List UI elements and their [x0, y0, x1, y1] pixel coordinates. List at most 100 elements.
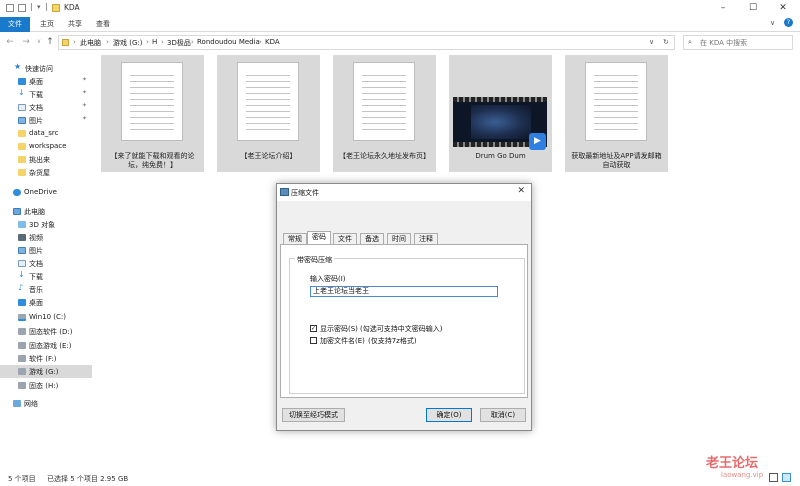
close-button[interactable]: ✕: [768, 0, 798, 17]
sidebar-item-label: 杂货屋: [29, 168, 50, 177]
drive-icon: [18, 382, 26, 389]
selection-info: 已选择 5 个项目 2.95 GB: [47, 475, 129, 483]
sidebar-item-drive-h[interactable]: 固态 (H:): [0, 379, 92, 392]
sidebar-item-misc[interactable]: 杂货屋: [0, 166, 92, 179]
breadcrumb-3d[interactable]: 3D极品: [167, 38, 191, 48]
up-arrow-icon[interactable]: ↑: [44, 36, 56, 48]
forward-arrow-icon[interactable]: →: [20, 36, 32, 48]
sidebar-item-label: 快速访问: [25, 64, 53, 73]
pin-icon: ✦: [82, 76, 88, 83]
details-view-icon[interactable]: [769, 473, 778, 482]
file-tile[interactable]: 【老王论坛永久地址发布页】: [333, 55, 436, 172]
password-label: 输入密码(I): [310, 275, 346, 283]
breadcrumb-this-pc[interactable]: 此电脑: [80, 38, 101, 48]
expand-ribbon-icon[interactable]: ∨: [770, 19, 775, 27]
text-document-icon: [353, 62, 415, 141]
sidebar-item-downloads[interactable]: ↓ 下载 ✦: [0, 88, 92, 101]
sidebar-item-pictures-pc[interactable]: 图片: [0, 244, 92, 257]
sidebar-item-drive-f[interactable]: 软件 (F:): [0, 352, 92, 365]
sidebar-onedrive[interactable]: OneDrive: [0, 186, 92, 199]
title-bar: | ▾ | KDA – ☐ ✕: [0, 0, 800, 17]
ok-button[interactable]: 确定(O): [426, 408, 472, 422]
sidebar-item-drive-e[interactable]: 固态游戏 (E:): [0, 339, 92, 352]
sidebar-item-downloads-pc[interactable]: ↓ 下载: [0, 270, 92, 283]
back-arrow-icon[interactable]: ←: [4, 36, 16, 48]
tab-share[interactable]: 共享: [60, 17, 90, 32]
status-bar: 5 个项目 已选择 5 个项目 2.95 GB: [0, 472, 800, 486]
sidebar-quick-access[interactable]: ★ 快速访问: [0, 62, 92, 75]
chevron-down-icon[interactable]: ▾: [37, 3, 41, 11]
wizard-mode-button[interactable]: 切换至经巧模式: [282, 408, 345, 422]
folder-quick-icon[interactable]: [18, 4, 26, 12]
sidebar-network[interactable]: 网络: [0, 397, 92, 410]
show-password-checkbox[interactable]: ✓: [310, 325, 317, 332]
tab-file[interactable]: 文件: [0, 17, 30, 32]
cube-icon: [18, 221, 26, 228]
sidebar-this-pc[interactable]: 此电脑: [0, 205, 92, 218]
watermark-text: 老王论坛: [706, 456, 759, 471]
document-icon: [18, 104, 26, 111]
download-icon: ↓: [18, 270, 25, 279]
file-tile[interactable]: 【来了就能下载和观看的论坛，纯免费！】: [101, 55, 204, 172]
cancel-button[interactable]: 取消(C): [480, 408, 526, 422]
drive-icon: [18, 355, 26, 362]
sidebar-item-3d-objects[interactable]: 3D 对象: [0, 218, 92, 231]
close-icon[interactable]: ✕: [517, 186, 525, 196]
tab-view[interactable]: 查看: [88, 17, 118, 32]
sidebar-item-documents[interactable]: 文档 ✦: [0, 101, 92, 114]
desktop-icon: [18, 299, 26, 306]
download-icon: ↓: [18, 88, 25, 97]
breadcrumb-rondoudou[interactable]: Rondoudou Media: [197, 38, 260, 46]
search-input[interactable]: ⌕ 在 KDA 中搜索: [683, 35, 793, 50]
search-icon: ⌕: [688, 38, 692, 46]
sidebar-item-music[interactable]: ♪ 音乐: [0, 283, 92, 296]
search-placeholder: 在 KDA 中搜索: [700, 39, 748, 47]
minimize-button[interactable]: –: [708, 0, 738, 17]
address-dropdown-icon[interactable]: ∨: [649, 38, 654, 46]
address-bar[interactable]: › 此电脑 › 游戏 (G:) › H › 3D极品 › Rondoudou M…: [58, 35, 675, 50]
window-title: KDA: [64, 3, 80, 12]
address-row: ← → ∨ ↑ › 此电脑 › 游戏 (G:) › H › 3D极品 › Ron…: [0, 32, 800, 52]
sidebar-item-pictures[interactable]: 图片 ✦: [0, 114, 92, 127]
drive-icon: [18, 314, 26, 321]
text-document-icon: [121, 62, 183, 141]
file-tile[interactable]: ▶ Drum Go Dum: [449, 55, 552, 172]
network-icon: [13, 400, 21, 407]
compress-dialog: 压缩文件 ✕ 常规 密码 文件 备选 时间 注释 带密码压缩 输入密码(I) 上…: [276, 183, 532, 431]
dialog-title: 压缩文件: [291, 189, 319, 197]
breadcrumb-drive[interactable]: 游戏 (G:): [113, 38, 142, 48]
sidebar-item-desktop-pc[interactable]: 桌面: [0, 296, 92, 309]
sidebar-item-drive-g[interactable]: 游戏 (G:): [0, 365, 92, 378]
file-tile[interactable]: 【老王论坛介绍】: [217, 55, 320, 172]
encrypt-names-label[interactable]: 加密文件名(E): [320, 336, 365, 346]
sidebar-item-picked[interactable]: 挑出来: [0, 153, 92, 166]
sidebar-item-label: workspace: [29, 141, 67, 150]
encrypt-names-checkbox[interactable]: [310, 337, 317, 344]
sidebar-item-desktop[interactable]: 桌面 ✦: [0, 75, 92, 88]
sidebar-item-label: Win10 (C:): [29, 312, 66, 321]
tab-home[interactable]: 主页: [32, 17, 62, 32]
tab-password[interactable]: 密码: [307, 231, 331, 245]
sidebar-item-label: 固态游戏 (E:): [29, 341, 72, 350]
sidebar-item-label: 桌面: [29, 77, 43, 86]
password-input[interactable]: 上老王论坛当老王: [310, 286, 498, 297]
sidebar-item-label: 视频: [29, 233, 43, 242]
large-icons-view-icon[interactable]: [782, 473, 791, 482]
help-icon[interactable]: ?: [784, 18, 793, 27]
sidebar-item-drive-c[interactable]: Win10 (C:): [0, 311, 92, 324]
sidebar-item-documents-pc[interactable]: 文档: [0, 257, 92, 270]
sidebar-item-drive-d[interactable]: 固态软件 (D:): [0, 325, 92, 338]
sidebar-item-videos[interactable]: 视频: [0, 231, 92, 244]
text-document-icon: [237, 62, 299, 141]
maximize-button[interactable]: ☐: [738, 0, 768, 17]
refresh-icon[interactable]: ↻: [663, 38, 669, 46]
file-tile[interactable]: 获取最新地址及APP请发邮箱自动获取: [565, 55, 668, 172]
show-password-label[interactable]: 显示密码(S): [320, 324, 358, 334]
sidebar-item-workspace[interactable]: workspace: [0, 140, 92, 153]
folder-icon: [18, 169, 26, 176]
breadcrumb-kda[interactable]: KDA: [265, 38, 280, 46]
separator-icon: ›: [259, 38, 262, 46]
save-quick-icon[interactable]: [6, 4, 14, 12]
breadcrumb-h[interactable]: H: [152, 38, 157, 46]
sidebar-item-data-src[interactable]: data_src: [0, 127, 92, 140]
